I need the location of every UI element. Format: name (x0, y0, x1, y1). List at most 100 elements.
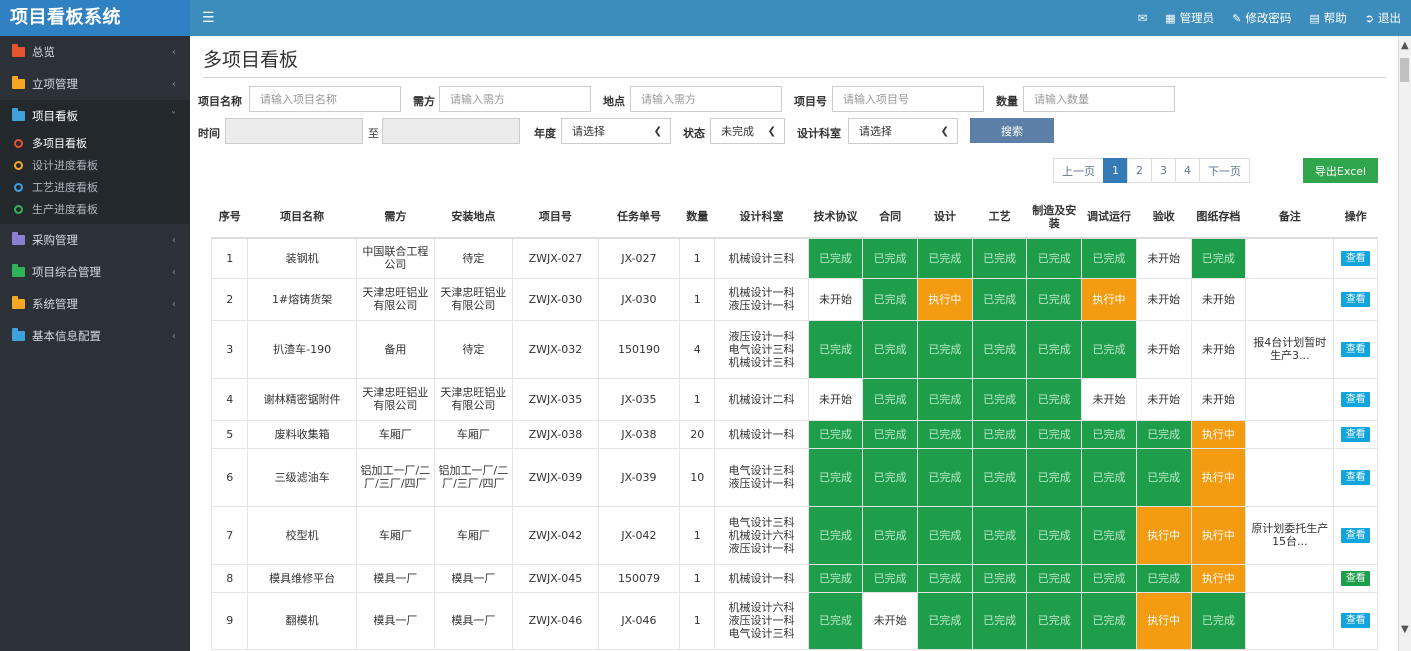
chevron-down-icon: ˅ (171, 110, 176, 122)
submenu-item-0[interactable]: 多项目看板 (0, 132, 190, 154)
folder-icon (12, 328, 25, 341)
task-number-cell: JX-046 (597, 591, 680, 650)
vertical-scrollbar[interactable] (1398, 36, 1411, 651)
user-name: 管理员 (1179, 11, 1215, 25)
mail-icon[interactable]: ✉ (1138, 11, 1148, 25)
view-button[interactable]: 查看 (1341, 613, 1371, 628)
chevron-left-icon: ‹ (172, 234, 176, 246)
submenu-item-3[interactable]: 生产进度看板 (0, 198, 190, 220)
table-row: 6 三级滤油车 铝加工一厂/二厂/三厂/四厂 铝加工一厂/二厂/三厂/四厂 ZWJX-0… (210, 447, 1378, 507)
submenu-item-label: 工艺进度看板 (32, 181, 98, 194)
row-number-cell: 6 (210, 447, 249, 507)
status-cell: 已完成 (807, 419, 864, 449)
project-number-input[interactable] (832, 86, 984, 112)
dept-select-value: 请选择 (859, 125, 892, 138)
dept-label: 设计科室 (797, 127, 841, 140)
column-header: 序号 (211, 196, 248, 239)
status-cell: 已完成 (917, 505, 973, 565)
sidebar-item-6[interactable]: 基本信息配置 ‹ (0, 320, 190, 352)
status-cell: 已完成 (1081, 591, 1137, 650)
view-button[interactable]: 查看 (1341, 291, 1371, 307)
table-row: 9 翻模机 模具一厂 模具一厂 ZWJX-046 JX-046 1 机械设计六科 液压设计一科… (210, 591, 1378, 650)
next-page-button[interactable]: 下一页 (1199, 158, 1250, 183)
project-name-cell: 扒渣车-190 (247, 319, 357, 379)
demander-input[interactable] (439, 86, 591, 112)
sidebar-item-2[interactable]: 项目看板 ˅ (0, 100, 190, 132)
sidebar-item-4[interactable]: 项目综合管理 ‹ (0, 256, 190, 288)
dept-select[interactable]: 请选择 ❮ (848, 118, 958, 144)
circle-icon (14, 182, 23, 192)
quantity-cell: 1 (678, 277, 716, 321)
year-label: 年度 (534, 127, 556, 140)
task-number-cell: JX-038 (597, 419, 680, 449)
chevron-down-icon: ❮ (940, 125, 949, 137)
status-cell: 未开始 (1135, 237, 1192, 279)
status-cell: 已完成 (971, 591, 1028, 650)
view-button[interactable]: 查看 (1341, 341, 1371, 357)
status-cell: 未开始 (1190, 319, 1247, 379)
quantity-input[interactable] (1023, 86, 1175, 112)
sidebar: 项目看板系统 总览 ‹ 立项管理 ‹ 项目看板 ˅ 多项目看板 设计进度看板 工艺进度看板 生产进… (0, 0, 190, 651)
submenu-item-1[interactable]: 设计进度看板 (0, 154, 190, 176)
status-cell: 执行中 (1190, 563, 1247, 593)
status-cell: 已完成 (807, 505, 864, 565)
sidebar-item-label: 项目综合管理 (32, 265, 101, 279)
scroll-down-icon[interactable]: ▼ (1401, 624, 1409, 635)
status-cell: 已完成 (1135, 419, 1192, 449)
status-cell: 已完成 (862, 563, 919, 593)
view-button[interactable]: 查看 (1341, 250, 1371, 266)
search-button[interactable]: 搜索 (970, 118, 1054, 143)
help-link[interactable]: ▤ 帮助 (1309, 10, 1346, 26)
location-cell: 铝加工一厂/二厂/三厂/四厂 (433, 447, 513, 507)
folder-icon (12, 232, 25, 245)
view-button[interactable]: 查看 (1341, 469, 1371, 485)
status-select-value: 未完成 (721, 125, 754, 138)
page-button-1[interactable]: 1 (1103, 158, 1128, 183)
row-number-cell: 5 (210, 419, 249, 449)
page-button-2[interactable]: 2 (1127, 158, 1152, 183)
year-select[interactable]: 请选择 ❮ (561, 118, 671, 144)
action-cell: 查看 (1333, 377, 1378, 421)
end-date-input[interactable] (382, 118, 520, 144)
scroll-up-icon[interactable]: ▲ (1401, 40, 1409, 51)
project-name-cell: 1#熔铸货架 (247, 277, 357, 321)
view-button[interactable]: 查看 (1341, 527, 1371, 543)
sidebar-item-3[interactable]: 采购管理 ‹ (0, 224, 190, 256)
view-button[interactable]: 查看 (1341, 391, 1371, 407)
location-cell: 模具一厂 (433, 563, 513, 593)
circle-icon (14, 160, 23, 170)
page-button-4[interactable]: 4 (1175, 158, 1200, 183)
change-password-link[interactable]: ✎ 修改密码 (1232, 10, 1291, 26)
status-cell: 已完成 (1081, 505, 1137, 565)
user-menu[interactable]: ▦ 管理员 (1165, 10, 1214, 26)
sidebar-item-0[interactable]: 总览 ‹ (0, 36, 190, 68)
start-date-input[interactable] (225, 118, 363, 144)
export-excel-button[interactable]: 导出Excel (1303, 158, 1378, 183)
status-select[interactable]: 未完成 ❮ (710, 118, 785, 144)
status-cell: 已完成 (1190, 237, 1247, 279)
scrollbar-thumb[interactable] (1400, 58, 1409, 82)
status-cell: 已完成 (1026, 319, 1083, 379)
view-button[interactable]: 查看 (1341, 426, 1371, 442)
prev-page-button[interactable]: 上一页 (1053, 158, 1104, 183)
logout-link[interactable]: ➲ 退出 (1365, 10, 1401, 26)
status-cell: 已完成 (1081, 447, 1137, 507)
location-input[interactable] (630, 86, 782, 112)
title-divider (203, 77, 1386, 78)
status-cell: 已完成 (1026, 505, 1083, 565)
demander-cell: 车厢厂 (355, 419, 435, 449)
page-button-3[interactable]: 3 (1151, 158, 1176, 183)
column-header: 调试运行 (1081, 196, 1137, 239)
menu-toggle-icon[interactable]: ☰ (202, 10, 215, 26)
sidebar-item-1[interactable]: 立项管理 ‹ (0, 68, 190, 100)
project-number-cell: ZWJX-032 (511, 319, 599, 379)
view-button[interactable]: 查看 (1341, 570, 1371, 586)
submenu-item-2[interactable]: 工艺进度看板 (0, 176, 190, 198)
table-body: 1 装钢机 中国联合工程公司 待定 ZWJX-027 JX-027 1 机械设计三科 已完成 已完… (210, 237, 1378, 650)
project-number-cell: ZWJX-042 (511, 505, 599, 565)
project-name-input[interactable] (249, 86, 401, 112)
quantity-cell: 1 (678, 591, 716, 650)
sidebar-item-5[interactable]: 系统管理 ‹ (0, 288, 190, 320)
project-number-cell: ZWJX-045 (511, 563, 599, 593)
status-cell: 已完成 (917, 591, 973, 650)
